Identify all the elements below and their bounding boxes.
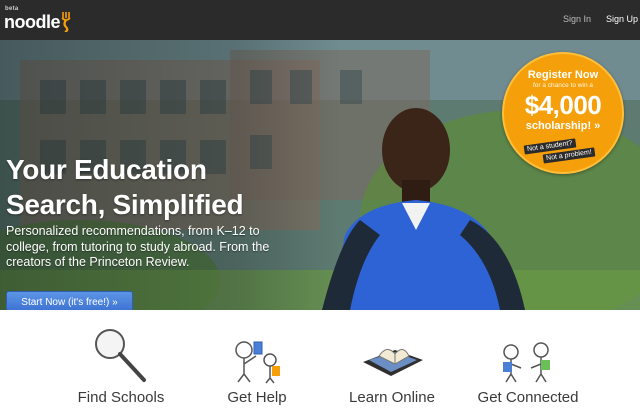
feature-label: Find Schools bbox=[77, 389, 165, 406]
tutoring-icon bbox=[235, 341, 280, 384]
headline-line-1: Your Education bbox=[6, 154, 207, 185]
feature-get-help[interactable]: Get Help bbox=[193, 310, 321, 416]
logo-wordmark: noodle bbox=[4, 12, 61, 32]
sign-up-link[interactable]: Sign Up bbox=[606, 14, 638, 24]
feature-get-connected[interactable]: Get Connected bbox=[464, 310, 592, 416]
magnifier-icon bbox=[95, 329, 146, 382]
feature-label: Get Connected bbox=[477, 389, 579, 406]
page: beta noodle Sign In Sign Up Your Educati… bbox=[0, 0, 640, 416]
noodle-fork-icon bbox=[61, 12, 71, 32]
noodle-logo[interactable]: beta noodle bbox=[4, 4, 84, 36]
promo-chance-text: for a chance to win a bbox=[533, 82, 593, 89]
hero-headline: Your Education Search, Simplified bbox=[6, 152, 306, 222]
sign-in-link[interactable]: Sign In bbox=[563, 14, 591, 24]
start-now-button[interactable]: Start Now (it's free!) » bbox=[6, 291, 133, 310]
hero-subcopy: Personalized recommendations, from K–12 … bbox=[6, 224, 270, 269]
features-row: Find Schools Get Help Learn Online Get C… bbox=[0, 310, 640, 416]
top-bar: beta noodle Sign In Sign Up bbox=[0, 0, 640, 40]
feature-learn-online[interactable]: Learn Online bbox=[328, 310, 456, 416]
tablet-book-icon bbox=[363, 349, 423, 376]
promo-register-now: Register Now bbox=[527, 69, 599, 81]
feature-label: Get Help bbox=[227, 389, 287, 406]
feature-label: Learn Online bbox=[349, 389, 435, 406]
feature-find-schools[interactable]: Find Schools bbox=[57, 310, 185, 416]
promo-scholarship: scholarship! » bbox=[525, 120, 601, 132]
headline-line-2: Search, Simplified bbox=[6, 189, 244, 220]
people-talking-icon bbox=[503, 342, 550, 383]
promo-amount: $4,000 bbox=[524, 90, 602, 120]
